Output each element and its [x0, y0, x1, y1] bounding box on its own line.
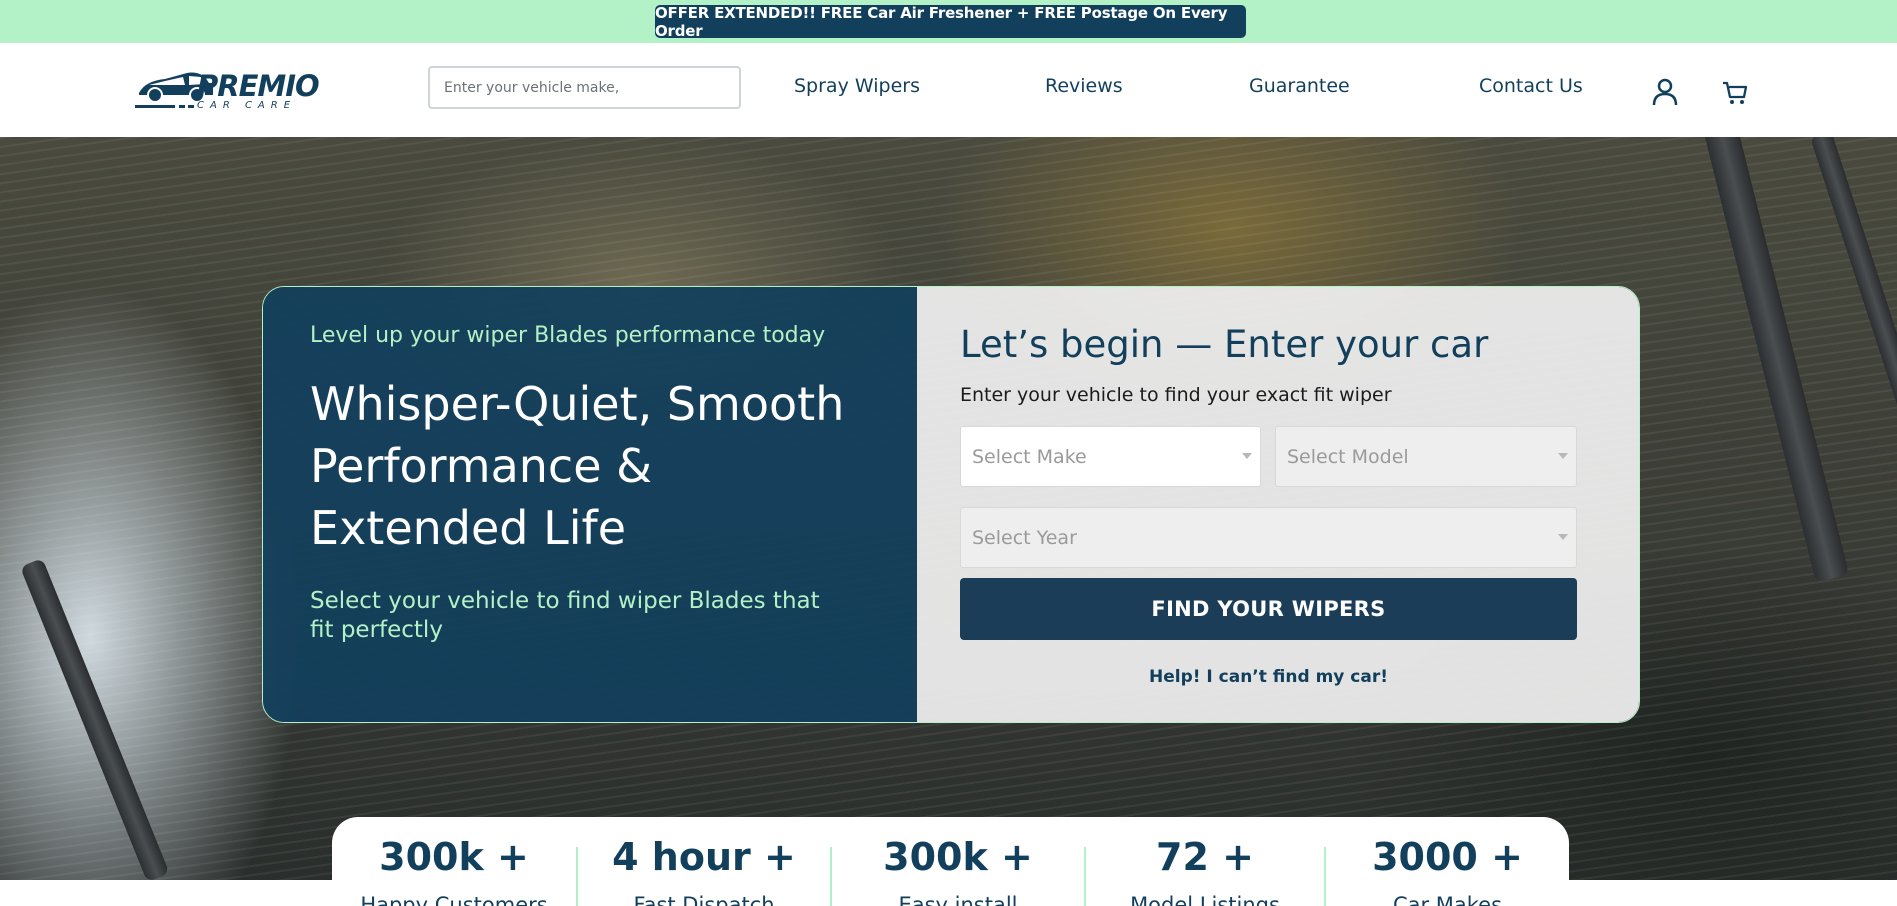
select-make-value: Select Make: [972, 445, 1087, 468]
hero-headline: Whisper-Quiet, Smooth Performance & Exte…: [310, 377, 845, 555]
stat-label: Happy Customers: [360, 893, 548, 906]
nav-guarantee[interactable]: Guarantee: [1249, 75, 1350, 97]
find-wipers-button[interactable]: FIND YOUR WIPERS: [960, 578, 1577, 640]
announcement-text: OFFER EXTENDED!! FREE Car Air Freshener …: [655, 4, 1246, 40]
stat-label: Easy install: [898, 893, 1018, 906]
stat-item: 3000 + Car Makes: [1326, 835, 1569, 906]
stats-strip: 300k + Happy Customers 4 hour + Fast Dis…: [332, 817, 1569, 906]
stat-value: 300k +: [883, 835, 1033, 879]
stat-value: 4 hour +: [612, 835, 796, 879]
stat-label: Model Listings: [1130, 893, 1280, 906]
cart-icon[interactable]: [1720, 77, 1750, 107]
vehicle-finder-card: Level up your wiper Blades performance t…: [262, 286, 1640, 723]
select-year-value: Select Year: [972, 526, 1077, 549]
logo-wordmark: PREMIO: [197, 69, 320, 103]
account-icon[interactable]: [1650, 77, 1680, 107]
stat-item: 300k + Happy Customers: [332, 835, 576, 906]
stat-item: 72 + Model Listings: [1086, 835, 1324, 906]
stat-value: 3000 +: [1372, 835, 1523, 879]
vehicle-search-input[interactable]: [428, 66, 741, 109]
stat-value: 72 +: [1156, 835, 1254, 879]
select-year[interactable]: Select Year: [960, 507, 1577, 568]
stat-value: 300k +: [379, 835, 529, 879]
site-header: PREMIO CAR CARE Spray Wipers Reviews Gua…: [0, 43, 1897, 137]
select-model[interactable]: Select Model: [1275, 426, 1577, 487]
form-title: Let’s begin — Enter your car: [960, 323, 1489, 366]
logo-subtext: CAR CARE: [197, 100, 297, 111]
form-subtitle: Enter your vehicle to find your exact fi…: [960, 384, 1392, 406]
nav-spray-wipers[interactable]: Spray Wipers: [794, 75, 920, 97]
nav-contact-us[interactable]: Contact Us: [1479, 75, 1583, 97]
hero-eyebrow: Level up your wiper Blades performance t…: [310, 323, 826, 348]
stat-label: Car Makes: [1392, 893, 1503, 906]
hero-subline: Select your vehicle to find wiper Blades…: [310, 588, 820, 643]
stat-label: Fast Dispatch: [633, 893, 775, 906]
brand-logo[interactable]: PREMIO CAR CARE: [135, 63, 320, 113]
select-model-value: Select Model: [1287, 445, 1409, 468]
cant-find-car-link[interactable]: Help! I can’t find my car!: [960, 667, 1577, 687]
vehicle-form-panel: Let’s begin — Enter your car Enter your …: [917, 287, 1639, 722]
announcement-bar: OFFER EXTENDED!! FREE Car Air Freshener …: [0, 0, 1897, 43]
stat-item: 4 hour + Fast Dispatch: [578, 835, 830, 906]
stat-item: 300k + Easy install: [832, 835, 1084, 906]
chevron-down-icon: [1558, 534, 1568, 540]
hero-promo-panel: Level up your wiper Blades performance t…: [263, 287, 917, 722]
chevron-down-icon: [1242, 453, 1252, 459]
nav-reviews[interactable]: Reviews: [1045, 75, 1123, 97]
chevron-down-icon: [1558, 453, 1568, 459]
select-make[interactable]: Select Make: [960, 426, 1261, 487]
